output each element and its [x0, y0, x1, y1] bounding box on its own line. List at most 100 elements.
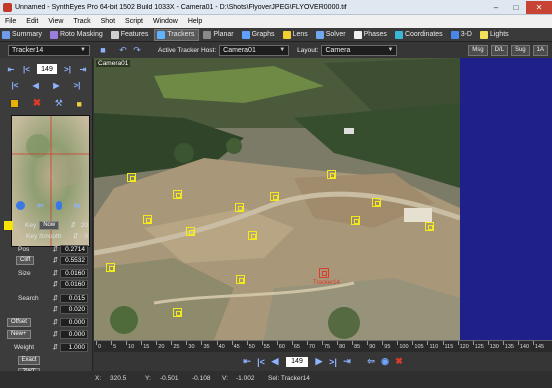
close-icon[interactable]: ✕: [526, 0, 552, 14]
prev-key-icon[interactable]: |<: [22, 64, 32, 74]
pencil-icon[interactable]: [10, 99, 19, 108]
track-back-icon[interactable]: ⇦: [35, 200, 45, 210]
1a-button[interactable]: 1A: [532, 44, 548, 56]
dl-button[interactable]: D/L: [490, 44, 508, 56]
lock-icon[interactable]: ■: [77, 99, 82, 109]
undo-icon[interactable]: ↶: [116, 44, 130, 56]
menu-track[interactable]: Track: [68, 18, 95, 25]
tab-3-d[interactable]: 3-D: [449, 29, 476, 41]
pos-y-field[interactable]: 0.5532: [60, 255, 88, 265]
play-back-icon[interactable]: ⇦: [364, 356, 378, 368]
active-tracker-host-select[interactable]: Camera01 ▼: [219, 44, 290, 56]
tracker-marker[interactable]: [236, 275, 245, 284]
tab-planar[interactable]: Planar: [201, 29, 237, 41]
next-key-icon[interactable]: >|: [326, 356, 340, 368]
weight-spin-icon[interactable]: ⇵: [53, 343, 58, 351]
size-spin-icon[interactable]: ⇵: [53, 269, 58, 277]
maximize-icon[interactable]: □: [506, 1, 526, 14]
search-spin-icon[interactable]: ⇵: [53, 294, 58, 302]
track-icon[interactable]: [16, 200, 25, 210]
tracker-marker[interactable]: [127, 173, 136, 182]
key-smooth-value[interactable]: 0: [84, 233, 88, 240]
hammer-icon[interactable]: ⚒: [55, 98, 63, 109]
save-icon[interactable]: ■: [96, 44, 110, 56]
tracker-marker[interactable]: [173, 308, 182, 317]
tracker-marker[interactable]: [106, 263, 115, 272]
key-spin-icon[interactable]: ⇵: [70, 221, 75, 229]
camera-viewport[interactable]: Camera01 Tracker14: [94, 58, 552, 340]
key-smooth-spin-icon[interactable]: ⇵: [73, 232, 78, 240]
tracker-marker[interactable]: [372, 198, 381, 207]
transport-frame-field[interactable]: 149: [286, 356, 308, 367]
track-forward-icon[interactable]: ⇆: [72, 200, 82, 210]
tab-phases[interactable]: Phases: [352, 29, 391, 41]
tracker-marker[interactable]: [143, 215, 152, 224]
search2-field[interactable]: 0.020: [60, 304, 88, 314]
tab-lights[interactable]: Lights: [478, 29, 513, 41]
frame-field[interactable]: 149: [37, 64, 57, 74]
minimize-icon[interactable]: –: [486, 1, 506, 14]
tracker-marker[interactable]: [327, 170, 336, 179]
tab-features[interactable]: Features: [109, 29, 153, 41]
menu-edit[interactable]: Edit: [21, 18, 43, 25]
next-frame-icon[interactable]: ▶: [312, 356, 326, 368]
tab-coordinates[interactable]: Coordinates: [393, 29, 447, 41]
cliff-button[interactable]: Cliff: [16, 255, 35, 265]
prev-frame-icon[interactable]: ◀: [31, 80, 41, 90]
tab-lens[interactable]: Lens: [281, 29, 312, 41]
first-frame-icon[interactable]: ⇤: [240, 356, 254, 368]
menu-shot[interactable]: Shot: [96, 18, 120, 25]
tracker-marker[interactable]: [425, 222, 434, 231]
tracker-marker[interactable]: [235, 203, 244, 212]
offset-spin-icon[interactable]: ⇵: [53, 318, 58, 326]
new-spin-icon[interactable]: ⇵: [53, 330, 58, 338]
size-field[interactable]: 0.0160: [60, 268, 88, 278]
timeline-bar[interactable]: 0 5 10 15 20 25 30 35 40 45 50 55 60 65 70 75 80 85 90 95 10…: [94, 340, 552, 352]
stop-icon[interactable]: ✖: [392, 356, 406, 368]
new-button[interactable]: New+: [7, 329, 31, 339]
tracker-type-icon[interactable]: [55, 200, 62, 210]
tab-trackers[interactable]: Trackers: [154, 28, 200, 41]
color-swatch[interactable]: [4, 220, 13, 230]
selected-tracker-marker[interactable]: [319, 268, 329, 278]
menu-help[interactable]: Help: [183, 18, 207, 25]
layout-select[interactable]: Camera ▼: [321, 44, 398, 56]
search2-spin-icon[interactable]: ⇵: [53, 305, 58, 313]
prev-frame-icon[interactable]: ◀: [268, 356, 282, 368]
delete-icon[interactable]: ✖: [33, 98, 41, 109]
next-frame-icon[interactable]: ▶: [51, 80, 61, 90]
next-key-icon[interactable]: >|: [63, 64, 73, 74]
play-icon[interactable]: ◉: [378, 356, 392, 368]
tab-roto-masking[interactable]: Roto Masking: [48, 29, 107, 41]
weight-field[interactable]: 1.000: [60, 342, 88, 352]
exact-button[interactable]: Exact: [18, 355, 40, 365]
prev-tracker-icon[interactable]: |<: [10, 80, 20, 90]
msg-button[interactable]: Msg: [468, 44, 488, 56]
tab-solver[interactable]: Solver: [314, 29, 350, 41]
key-value[interactable]: 20: [81, 222, 88, 229]
pos-x-field[interactable]: 0.2714: [60, 244, 88, 254]
menu-view[interactable]: View: [43, 18, 68, 25]
size2-field[interactable]: 0.0160: [60, 279, 88, 289]
offset-button[interactable]: Offset: [7, 317, 31, 327]
new-field[interactable]: 0.000: [60, 329, 88, 339]
key-now-button[interactable]: Now: [39, 220, 60, 230]
menu-file[interactable]: File: [0, 18, 21, 25]
tracker-marker[interactable]: [351, 216, 360, 225]
menu-window[interactable]: Window: [148, 18, 183, 25]
tracker-marker[interactable]: [173, 190, 182, 199]
tracker-marker[interactable]: [186, 227, 195, 236]
sug-button[interactable]: Sug: [510, 44, 530, 56]
next-tracker-icon[interactable]: >|: [72, 80, 82, 90]
tab-summary[interactable]: Summary: [0, 29, 46, 41]
offset-field[interactable]: 0.000: [60, 317, 88, 327]
pos-y-spin-icon[interactable]: ⇵: [53, 256, 58, 264]
last-frame-icon[interactable]: ⇥: [78, 64, 88, 74]
tracker-marker[interactable]: [248, 231, 257, 240]
menu-script[interactable]: Script: [120, 18, 148, 25]
first-frame-icon[interactable]: ⇤: [6, 64, 16, 74]
tab-graphs[interactable]: Graphs: [240, 29, 279, 41]
tracker-marker[interactable]: [270, 192, 279, 201]
search-field[interactable]: 0.015: [60, 293, 88, 303]
prev-key-icon[interactable]: |<: [254, 356, 268, 368]
